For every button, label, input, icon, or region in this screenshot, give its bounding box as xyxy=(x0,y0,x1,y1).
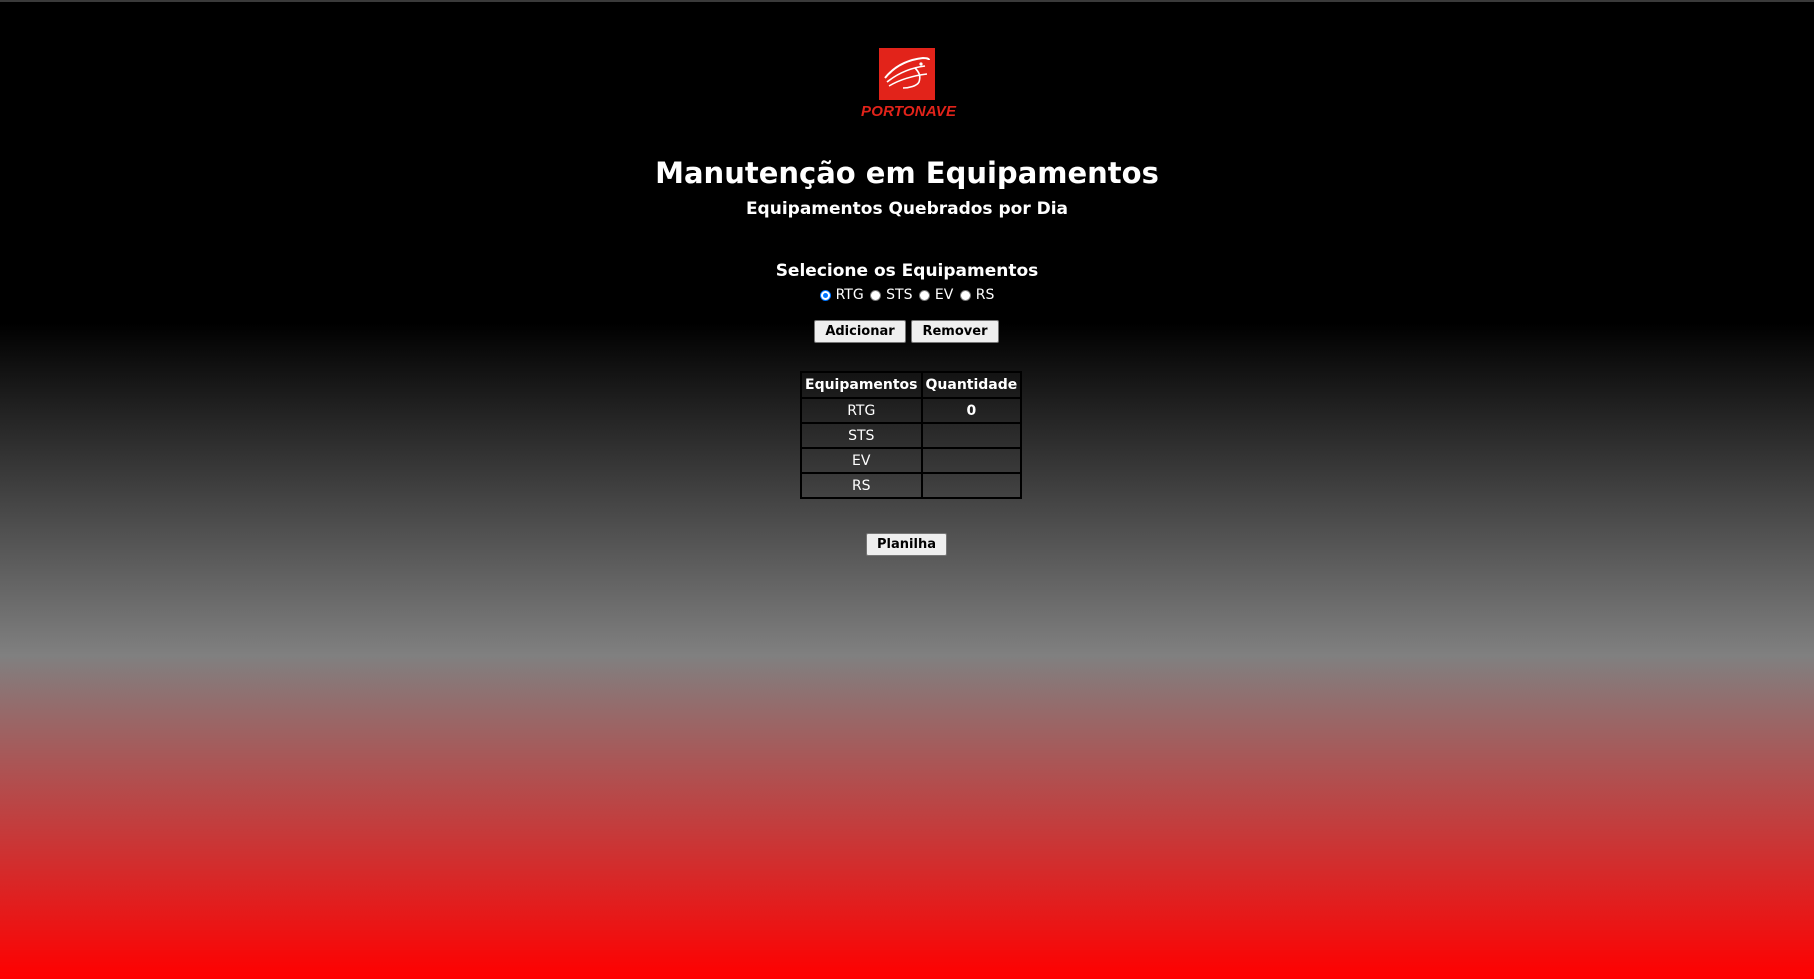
radio-rs-button[interactable] xyxy=(959,289,971,301)
portonave-logo: PORTONAVE xyxy=(861,46,957,122)
radio-rtg[interactable]: RTG xyxy=(819,286,864,304)
equipment-table: Equipamentos Quantidade RTG 0 STS EV RS xyxy=(800,371,1023,499)
equipment-cell: EV xyxy=(800,447,923,474)
equipment-cell: RTG xyxy=(800,397,923,424)
table-row: STS xyxy=(800,422,1023,449)
radio-ev[interactable]: EV xyxy=(918,286,954,304)
spreadsheet-button[interactable]: Planilha xyxy=(866,533,947,556)
table-header-row: Equipamentos Quantidade xyxy=(800,371,1023,399)
quantity-cell: 0 xyxy=(920,397,1023,424)
header-equipamentos: Equipamentos xyxy=(800,371,923,399)
logo-wordmark: PORTONAVE xyxy=(861,103,957,120)
radio-ev-button[interactable] xyxy=(918,289,930,301)
radio-rs-label: RS xyxy=(975,287,995,303)
add-button[interactable]: Adicionar xyxy=(814,320,906,343)
equipment-selection-title: Selecione os Equipamentos xyxy=(775,261,1039,281)
header-quantidade: Quantidade xyxy=(920,371,1023,399)
radio-ev-label: EV xyxy=(934,287,954,303)
page-subtitle: Equipamentos Quebrados por Dia xyxy=(745,199,1069,219)
table-row: RS xyxy=(800,472,1023,499)
equipment-cell: RS xyxy=(800,472,923,499)
table-row: RTG 0 xyxy=(800,397,1023,424)
ship-logo-icon xyxy=(879,48,935,100)
page-title: Manutenção em Equipamentos xyxy=(655,156,1159,190)
window-top-border xyxy=(0,0,1814,2)
radio-rtg-button[interactable] xyxy=(819,289,831,301)
quantity-cell xyxy=(920,472,1023,499)
equipment-cell: STS xyxy=(800,422,923,449)
radio-sts-label: STS xyxy=(886,287,913,303)
equipment-radio-group: RTG STS EV RS xyxy=(0,286,1814,306)
table-row: EV xyxy=(800,447,1023,474)
radio-rs[interactable]: RS xyxy=(959,286,995,304)
remove-button[interactable]: Remover xyxy=(911,320,999,343)
radio-rtg-label: RTG xyxy=(835,287,864,303)
radio-sts-button[interactable] xyxy=(870,289,882,301)
quantity-cell xyxy=(920,422,1023,449)
radio-sts[interactable]: STS xyxy=(870,286,912,304)
quantity-cell xyxy=(920,447,1023,474)
